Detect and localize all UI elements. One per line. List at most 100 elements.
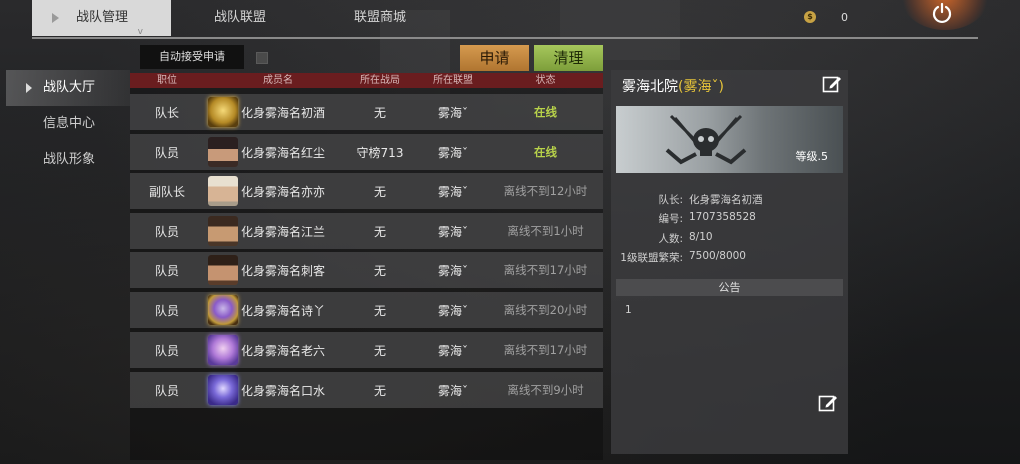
sidebar-item-team-hall[interactable]: 战队大厅 [6,70,130,106]
coin-icon: $ [804,11,816,23]
alliance-cell[interactable]: 雾海ˇ [418,332,488,368]
table-row[interactable]: 队员 化身雾海名诗丫 无 雾海ˇ 离线不到20小时 [130,292,603,328]
position-cell: 队员 [154,224,179,239]
team-title: 雾海北院(雾海ˇ) [622,76,724,96]
info-label: 队长: [658,194,683,206]
position-cell: 队长 [154,105,179,120]
info-value: 1707358528 [689,211,756,223]
header-position: 职位 [157,75,177,86]
sidebar-item-info-center[interactable]: 信息中心 [0,106,130,142]
table-row[interactable]: 队员 化身雾海名红尘 守榜713 雾海ˇ 在线 [130,134,603,170]
member-name-cell: 化身雾海名诗丫 [241,303,326,318]
status-cell: 在线 [534,145,557,159]
alliance-cell[interactable]: 雾海ˇ [418,134,488,170]
edit-icon[interactable] [822,74,842,94]
zone-cell: 无 [373,105,386,120]
auto-accept-checkbox[interactable] [256,52,268,64]
tab-alliance-shop[interactable]: 联盟商城 [354,0,406,36]
position-cell: 队员 [154,303,179,318]
position-cell: 队员 [154,145,179,160]
member-name-cell: 化身雾海名红尘 [241,145,326,160]
top-divider [32,37,978,39]
table-row[interactable]: 队员 化身雾海名老六 无 雾海ˇ 离线不到17小时 [130,332,603,368]
tab-team-alliance[interactable]: 战队联盟 [214,0,266,36]
zone-cell: 无 [373,383,386,398]
info-value: 7500/8000 [689,250,746,262]
member-name-cell: 化身雾海名口水 [241,383,326,398]
sidebar-item-team-image[interactable]: 战队形象 [0,142,130,178]
avatar[interactable] [208,137,238,167]
avatar[interactable] [208,375,238,405]
alliance-cell[interactable]: 雾海ˇ [418,252,488,288]
table-row[interactable]: 队员 化身雾海名刺客 无 雾海ˇ 离线不到17小时 [130,252,603,288]
zone-cell: 无 [373,263,386,278]
status-cell: 离线不到12小时 [503,184,588,198]
team-alliance-tag[interactable]: (雾海ˇ) [678,79,724,95]
sidebar-item-label: 信息中心 [43,116,96,131]
table-row[interactable]: 队员 化身雾海名口水 无 雾海ˇ 离线不到9小时 [130,372,603,408]
member-name-cell: 化身雾海名江兰 [241,224,326,239]
currency-value: 0 [841,11,848,24]
tab-team-management[interactable]: 战队管理 v [32,0,171,37]
zone-cell: 无 [373,343,386,358]
position-cell: 队员 [154,383,179,398]
position-cell: 副队长 [148,184,185,199]
auto-accept-label: 自动接受申请 [140,45,244,69]
edit-notice-icon[interactable] [818,393,838,413]
sidebar-item-label: 战队大厅 [43,80,96,95]
zone-cell: 守榜713 [356,145,404,160]
member-name-cell: 化身雾海名刺客 [241,263,326,278]
zone-cell: 无 [373,224,386,239]
alliance-cell[interactable]: 雾海ˇ [418,213,488,249]
sidebar-arrow-icon [26,83,32,93]
table-header: 职位 成员名 所在战局 所在联盟 状态 [130,73,603,88]
top-bar: 战队管理 v 战队联盟 联盟商城 $ 0 [0,0,1020,39]
sidebar-item-label: 战队形象 [43,152,96,167]
member-name-cell: 化身雾海名初酒 [241,105,326,120]
tab-label: 联盟商城 [354,10,407,25]
tab-label: 战队管理 [76,10,129,25]
status-cell: 离线不到17小时 [503,263,588,277]
status-cell: 离线不到17小时 [503,343,588,357]
notice-text: 1 [625,304,632,316]
table-row[interactable]: 队长 化身雾海名初酒 无 雾海ˇ 在线 [130,94,603,130]
team-banner: 等级.5 [616,106,843,173]
avatar[interactable] [208,176,238,206]
skull-emblem-icon [665,114,747,165]
alliance-cell[interactable]: 雾海ˇ [418,173,488,209]
apply-button[interactable]: 申请 [460,45,529,71]
info-value: 化身雾海名初酒 [689,194,763,206]
avatar[interactable] [208,216,238,246]
avatar[interactable] [208,335,238,365]
notice-header: 公告 [616,279,843,296]
header-zone: 所在战局 [360,75,400,86]
info-value: 8/10 [689,231,713,243]
avatar[interactable] [208,255,238,285]
header-member-name: 成员名 [263,75,293,86]
status-cell: 在线 [534,105,557,119]
header-status: 状态 [535,75,556,86]
alliance-cell[interactable]: 雾海ˇ [418,372,488,408]
zone-cell: 无 [373,184,386,199]
team-level: 等级.5 [795,150,829,163]
tab-arrow-icon [52,13,59,23]
info-label: 编号: [658,213,683,225]
table-row[interactable]: 副队长 化身雾海名亦亦 无 雾海ˇ 离线不到12小时 [130,173,603,209]
status-cell: 离线不到1小时 [507,224,584,238]
info-label: 1级联盟繁荣: [620,252,683,264]
status-cell: 离线不到20小时 [503,303,588,317]
member-name-cell: 化身雾海名老六 [241,343,326,358]
alliance-cell[interactable]: 雾海ˇ [418,94,488,130]
zone-cell: 无 [373,303,386,318]
position-cell: 队员 [154,343,179,358]
clear-button[interactable]: 清理 [534,45,603,71]
tab-label: 战队联盟 [214,10,267,25]
power-icon[interactable] [931,2,953,24]
avatar[interactable] [208,295,238,325]
member-name-cell: 化身雾海名亦亦 [241,184,326,199]
avatar[interactable] [208,97,238,127]
team-info-panel: 雾海北院(雾海ˇ) 等级.5 队长: 化身雾海名初酒 编号: 170735852… [611,70,848,454]
header-alliance: 所在联盟 [433,75,473,86]
alliance-cell[interactable]: 雾海ˇ [418,292,488,328]
table-row[interactable]: 队员 化身雾海名江兰 无 雾海ˇ 离线不到1小时 [130,213,603,249]
